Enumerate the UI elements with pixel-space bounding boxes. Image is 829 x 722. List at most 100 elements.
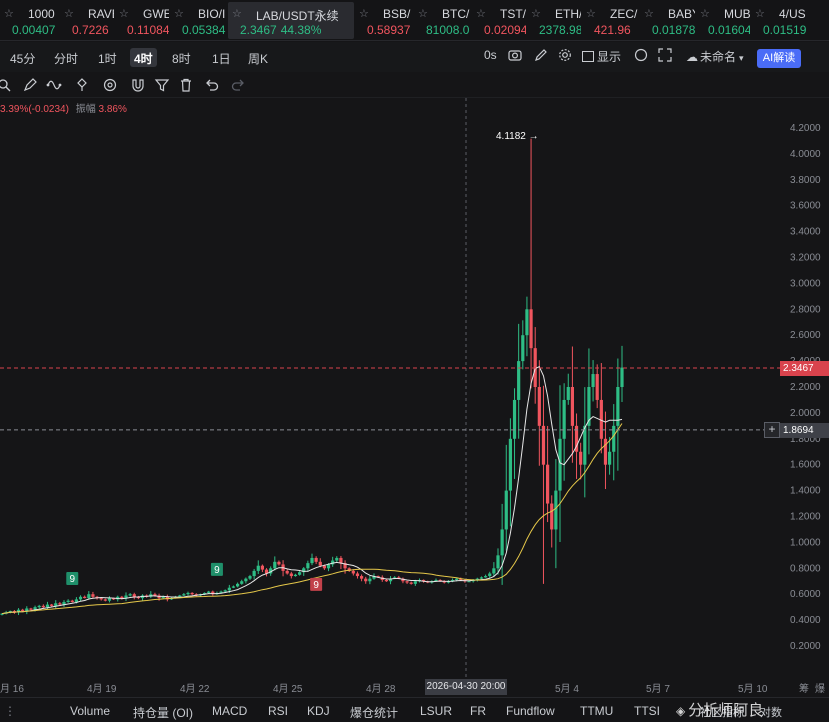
indicator-tab[interactable]: Fundflow — [506, 704, 555, 718]
display-label: 显示 — [597, 50, 622, 64]
candle-body — [508, 438, 512, 491]
filter-icon[interactable] — [154, 77, 170, 93]
candle-body — [579, 451, 583, 465]
magnet-icon[interactable] — [130, 77, 146, 93]
price-axis-tick: 1.4000 — [790, 486, 821, 497]
add-alert-button[interactable]: + — [764, 422, 780, 438]
timeframe-6[interactable]: 周K — [244, 48, 272, 67]
timeframe-4[interactable]: 8时 — [168, 48, 195, 67]
pattern-icon[interactable] — [46, 77, 62, 93]
indicator-tab[interactable]: MACD — [212, 704, 247, 718]
indicator-tab[interactable]: 爆仓统计 — [350, 704, 398, 721]
ticker-10[interactable]: ☆ BABY 0.01878 — [640, 2, 695, 39]
ticker-1[interactable]: ☆ RAVE 0.7226 — [60, 2, 114, 39]
star-icon[interactable]: ☆ — [755, 7, 765, 20]
ticker-symbol: BABY — [668, 7, 695, 21]
ticker-6[interactable]: ☆ BTC/81008.0 — [414, 2, 471, 39]
star-icon[interactable]: ☆ — [476, 7, 486, 20]
candle-body — [364, 578, 368, 582]
indicator-tab[interactable]: KDJ — [307, 704, 330, 718]
ticker-0[interactable]: ☆ 1000 0.00407 — [0, 2, 58, 39]
ticker-price: 0.05384 — [182, 23, 225, 37]
candle-body — [368, 578, 372, 582]
star-icon[interactable]: ☆ — [531, 7, 541, 20]
fullscreen-icon[interactable] — [658, 48, 672, 66]
ticker-11[interactable]: ☆ MUB 0.01604 — [696, 2, 750, 39]
timeframe-5[interactable]: 1日 — [208, 48, 235, 67]
star-icon[interactable]: ☆ — [232, 7, 242, 20]
target-icon[interactable] — [102, 77, 118, 93]
candle-body — [455, 578, 459, 580]
ticker-3[interactable]: ☆ BIO/I 0.05384 — [170, 2, 226, 39]
candle-body — [277, 561, 281, 565]
td-marker-sell: 9 — [310, 577, 323, 591]
camera-icon[interactable] — [508, 48, 522, 66]
candle-body — [21, 609, 25, 612]
layout-name-dropdown[interactable]: ☁ 未命名 ▾ — [686, 48, 744, 66]
ticker-9[interactable]: ☆ ZEC/421.96 — [582, 2, 639, 39]
ai-analysis-button[interactable]: AI解读 — [757, 49, 801, 68]
log-scale-button[interactable]: 对数 — [760, 704, 782, 720]
indicator-tab[interactable]: LSUR — [420, 704, 452, 718]
candle-body — [360, 576, 364, 579]
ticker-4[interactable]: ☆ LAB/USDT永续 2.3467 44.38% — [228, 2, 354, 39]
star-icon[interactable]: ☆ — [359, 7, 369, 20]
circle-icon[interactable] — [634, 48, 648, 66]
ticker-5[interactable]: ☆ BSB/0.58937 — [355, 2, 413, 39]
settings-icon[interactable] — [558, 48, 572, 66]
pencil-icon[interactable] — [534, 48, 548, 66]
ticker-price-value: 421.96 — [594, 23, 631, 37]
star-icon[interactable]: ☆ — [174, 7, 184, 20]
candle-body — [66, 600, 70, 602]
candle-body — [512, 399, 517, 439]
ticker-strip: ☆ 1000 0.00407 ☆ RAVE 0.7226 ☆ GWE 0.11084 ☆ BIO/I… — [0, 0, 829, 41]
ticker-price: 0.11084 — [127, 23, 169, 37]
candle-body — [467, 581, 471, 583]
ticker-price: 0.01519 — [763, 23, 806, 37]
indicator-tab[interactable]: TTMU — [580, 704, 613, 718]
expand-icon[interactable]: ⋮ — [4, 704, 16, 718]
indicator-tab[interactable]: TTSI — [634, 704, 660, 718]
ticker-8[interactable]: ☆ ETH/2378.98 — [527, 2, 581, 39]
indicator-tab[interactable]: FR — [470, 704, 486, 718]
candle-body — [306, 563, 310, 569]
ticker-2[interactable]: ☆ GWE 0.11084 — [115, 2, 169, 39]
timeframe-3[interactable]: 4时 — [130, 48, 157, 67]
indicator-tab[interactable]: 持仓量 (OI) — [133, 704, 193, 721]
ticker-price: 0.58937 — [367, 23, 410, 37]
candle-body — [550, 503, 554, 530]
star-icon[interactable]: ☆ — [64, 7, 74, 20]
star-icon[interactable]: ☆ — [700, 7, 710, 20]
ticker-12[interactable]: ☆ 4/US 0.01519 — [751, 2, 811, 39]
timeframe-0[interactable]: 45分 — [6, 48, 39, 67]
ticker-price: 81008.0 — [426, 23, 469, 37]
undo-icon[interactable] — [204, 77, 220, 93]
ticker-symbol: TST/I — [500, 7, 526, 21]
compare-icon[interactable] — [74, 77, 90, 93]
corner-label-1: 筹 — [799, 684, 809, 695]
trash-icon[interactable] — [178, 77, 194, 93]
price-axis-tick: 2.2000 — [790, 382, 821, 393]
star-icon[interactable]: ☆ — [119, 7, 129, 20]
candle-body — [273, 561, 277, 569]
star-icon[interactable]: ☆ — [4, 7, 14, 20]
brush-icon[interactable] — [22, 77, 38, 93]
redo-icon[interactable] — [230, 77, 246, 93]
display-menu[interactable]: 显示 — [582, 48, 621, 66]
indicator-tab[interactable]: Volume — [70, 704, 110, 718]
zoom-icon[interactable] — [0, 77, 12, 93]
candle-body — [41, 605, 45, 608]
timeframe-1[interactable]: 分时 — [50, 48, 82, 67]
star-icon[interactable]: ☆ — [586, 7, 596, 20]
price-chart[interactable]: 4.2000 4.0000 3.8000 3.6000 3.4000 3.2000 3.00… — [0, 98, 829, 678]
star-icon[interactable]: ☆ — [644, 7, 654, 20]
indicator-tab[interactable]: RSI — [268, 704, 288, 718]
countdown-label: 0s — [484, 48, 497, 62]
star-icon[interactable]: ☆ — [418, 7, 428, 20]
candle-body — [620, 367, 624, 387]
candle-body — [178, 595, 182, 597]
ticker-7[interactable]: ☆ TST/I 0.02094 — [472, 2, 526, 39]
timeframe-2[interactable]: 1时 — [94, 48, 121, 67]
change-value: 3.39%(-0.0234) — [0, 104, 69, 115]
ticker-price-value: 0.02094 — [484, 23, 526, 37]
